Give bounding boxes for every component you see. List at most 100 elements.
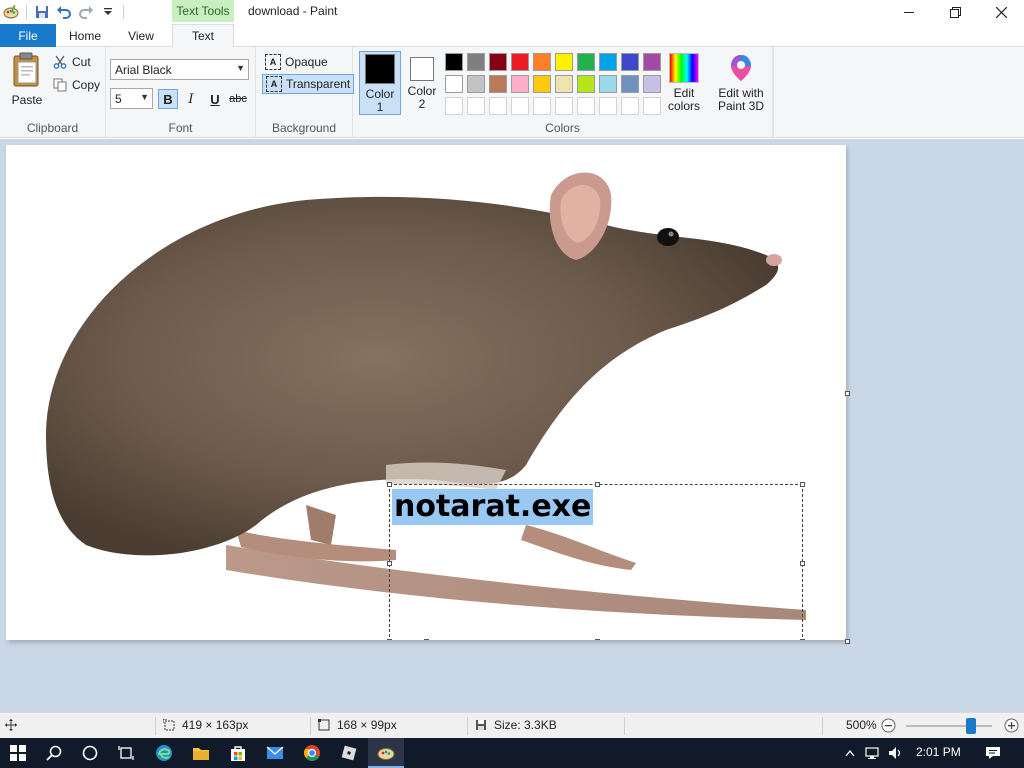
resize-handle-s[interactable]: [595, 639, 600, 640]
palette-swatch[interactable]: [511, 75, 529, 93]
palette-swatch[interactable]: [577, 53, 595, 71]
palette-empty-slot[interactable]: [445, 97, 463, 115]
tab-home[interactable]: Home: [60, 24, 110, 47]
transparent-button[interactable]: A Transparent: [262, 74, 355, 94]
zoom-level: 500%: [846, 718, 877, 732]
palette-swatch[interactable]: [621, 75, 639, 93]
color1-selector[interactable]: Color 1: [359, 51, 401, 115]
undo-icon[interactable]: [53, 1, 75, 23]
palette-empty-slot[interactable]: [511, 97, 529, 115]
speaker-icon: [889, 747, 901, 759]
transparent-label: Transparent: [286, 77, 351, 91]
strikethrough-button[interactable]: abc: [228, 89, 248, 109]
font-family-dropdown[interactable]: Arial Black ▼: [110, 59, 249, 80]
taskbar-store[interactable]: [220, 738, 256, 768]
resize-handle-w[interactable]: [387, 561, 392, 566]
zoom-slider-track[interactable]: [906, 725, 992, 727]
task-view-button[interactable]: [108, 738, 144, 768]
paint-app-icon[interactable]: [0, 1, 22, 23]
taskbar-clock[interactable]: 2:01 PM: [916, 745, 961, 759]
restore-button[interactable]: [932, 0, 978, 24]
copy-button[interactable]: Copy: [52, 77, 100, 93]
palette-empty-slot[interactable]: [599, 97, 617, 115]
zoom-slider-thumb[interactable]: [966, 718, 976, 734]
resize-handle-se[interactable]: [800, 639, 805, 640]
palette-swatch[interactable]: [577, 75, 595, 93]
palette-swatch[interactable]: [445, 53, 463, 71]
palette-swatch[interactable]: [555, 75, 573, 93]
opaque-button[interactable]: A Opaque: [262, 52, 331, 72]
paste-button[interactable]: Paste: [6, 51, 48, 111]
volume-button[interactable]: [886, 738, 906, 768]
text-box-selection[interactable]: notarat.exe: [387, 482, 805, 640]
palette-swatch[interactable]: [489, 53, 507, 71]
canvas-resize-handle-corner[interactable]: [845, 639, 850, 644]
palette-swatch[interactable]: [621, 53, 639, 71]
palette-swatch[interactable]: [511, 53, 529, 71]
palette-swatch[interactable]: [599, 75, 617, 93]
show-hidden-icons-button[interactable]: [842, 738, 858, 768]
network-button[interactable]: [863, 738, 883, 768]
resize-handle-s-left[interactable]: [424, 639, 429, 640]
resize-handle-sw[interactable]: [387, 639, 392, 640]
palette-empty-slot[interactable]: [533, 97, 551, 115]
color2-selector[interactable]: Color 2: [403, 51, 441, 115]
zoom-out-button[interactable]: [881, 718, 896, 733]
palette-swatch[interactable]: [533, 53, 551, 71]
palette-empty-slot[interactable]: [621, 97, 639, 115]
bold-button[interactable]: B: [158, 89, 178, 109]
canvas-text[interactable]: notarat.exe: [392, 489, 594, 525]
cortana-button[interactable]: [72, 738, 108, 768]
palette-empty-slot[interactable]: [577, 97, 595, 115]
palette-empty-slot[interactable]: [489, 97, 507, 115]
redo-icon[interactable]: [75, 1, 97, 23]
taskbar-paint[interactable]: [368, 738, 404, 768]
palette-swatch[interactable]: [467, 75, 485, 93]
palette-swatch[interactable]: [467, 53, 485, 71]
resize-handle-e[interactable]: [800, 561, 805, 566]
tab-text[interactable]: Text: [172, 24, 234, 48]
palette-swatch[interactable]: [555, 53, 573, 71]
palette-swatch[interactable]: [445, 75, 463, 93]
zoom-in-button[interactable]: [1004, 718, 1019, 733]
palette-empty-slot[interactable]: [643, 97, 661, 115]
color1-label-number: 1: [376, 100, 384, 114]
taskbar-chrome[interactable]: [294, 738, 330, 768]
palette-swatch[interactable]: [599, 53, 617, 71]
close-button[interactable]: [978, 0, 1024, 24]
action-center-button[interactable]: [978, 738, 1008, 768]
chrome-browser-icon: [304, 745, 320, 761]
minimize-button[interactable]: [886, 0, 932, 24]
edit-with-paint3d-button[interactable]: Edit with Paint 3D: [712, 53, 770, 113]
cut-button[interactable]: Cut: [52, 54, 91, 70]
underline-button[interactable]: U: [205, 89, 225, 109]
tab-view[interactable]: View: [116, 24, 166, 47]
canvas-resize-handle-right[interactable]: [845, 391, 850, 396]
palette-empty-slot[interactable]: [467, 97, 485, 115]
taskbar-mail[interactable]: [257, 738, 293, 768]
resize-handle-ne[interactable]: [800, 482, 805, 487]
palette-empty-slot[interactable]: [555, 97, 573, 115]
roblox-icon: [341, 745, 357, 761]
canvas-workspace[interactable]: notarat.exe: [0, 139, 1024, 712]
palette-swatch[interactable]: [533, 75, 551, 93]
customize-qat-icon[interactable]: [97, 1, 119, 23]
search-button[interactable]: [36, 738, 72, 768]
italic-button[interactable]: I: [181, 89, 201, 109]
palette-swatch[interactable]: [643, 53, 661, 71]
palette-swatch[interactable]: [643, 75, 661, 93]
taskbar-roblox[interactable]: [331, 738, 367, 768]
tab-file[interactable]: File: [0, 24, 56, 47]
taskbar-edge[interactable]: [146, 738, 182, 768]
resize-handle-nw[interactable]: [387, 482, 392, 487]
start-button[interactable]: [0, 738, 36, 768]
chevron-up-icon: [845, 749, 855, 757]
save-icon[interactable]: [31, 1, 53, 23]
palette-swatch[interactable]: [489, 75, 507, 93]
drawing-canvas[interactable]: notarat.exe: [6, 145, 846, 640]
font-size-dropdown[interactable]: 5 ▼: [110, 88, 153, 109]
edit-colors-button[interactable]: Edit colors: [664, 53, 704, 113]
resize-handle-n[interactable]: [595, 482, 600, 487]
ribbon: Paste Cut Copy Clipboard Font Arial Blac…: [0, 47, 1024, 138]
taskbar-file-explorer[interactable]: [183, 738, 219, 768]
